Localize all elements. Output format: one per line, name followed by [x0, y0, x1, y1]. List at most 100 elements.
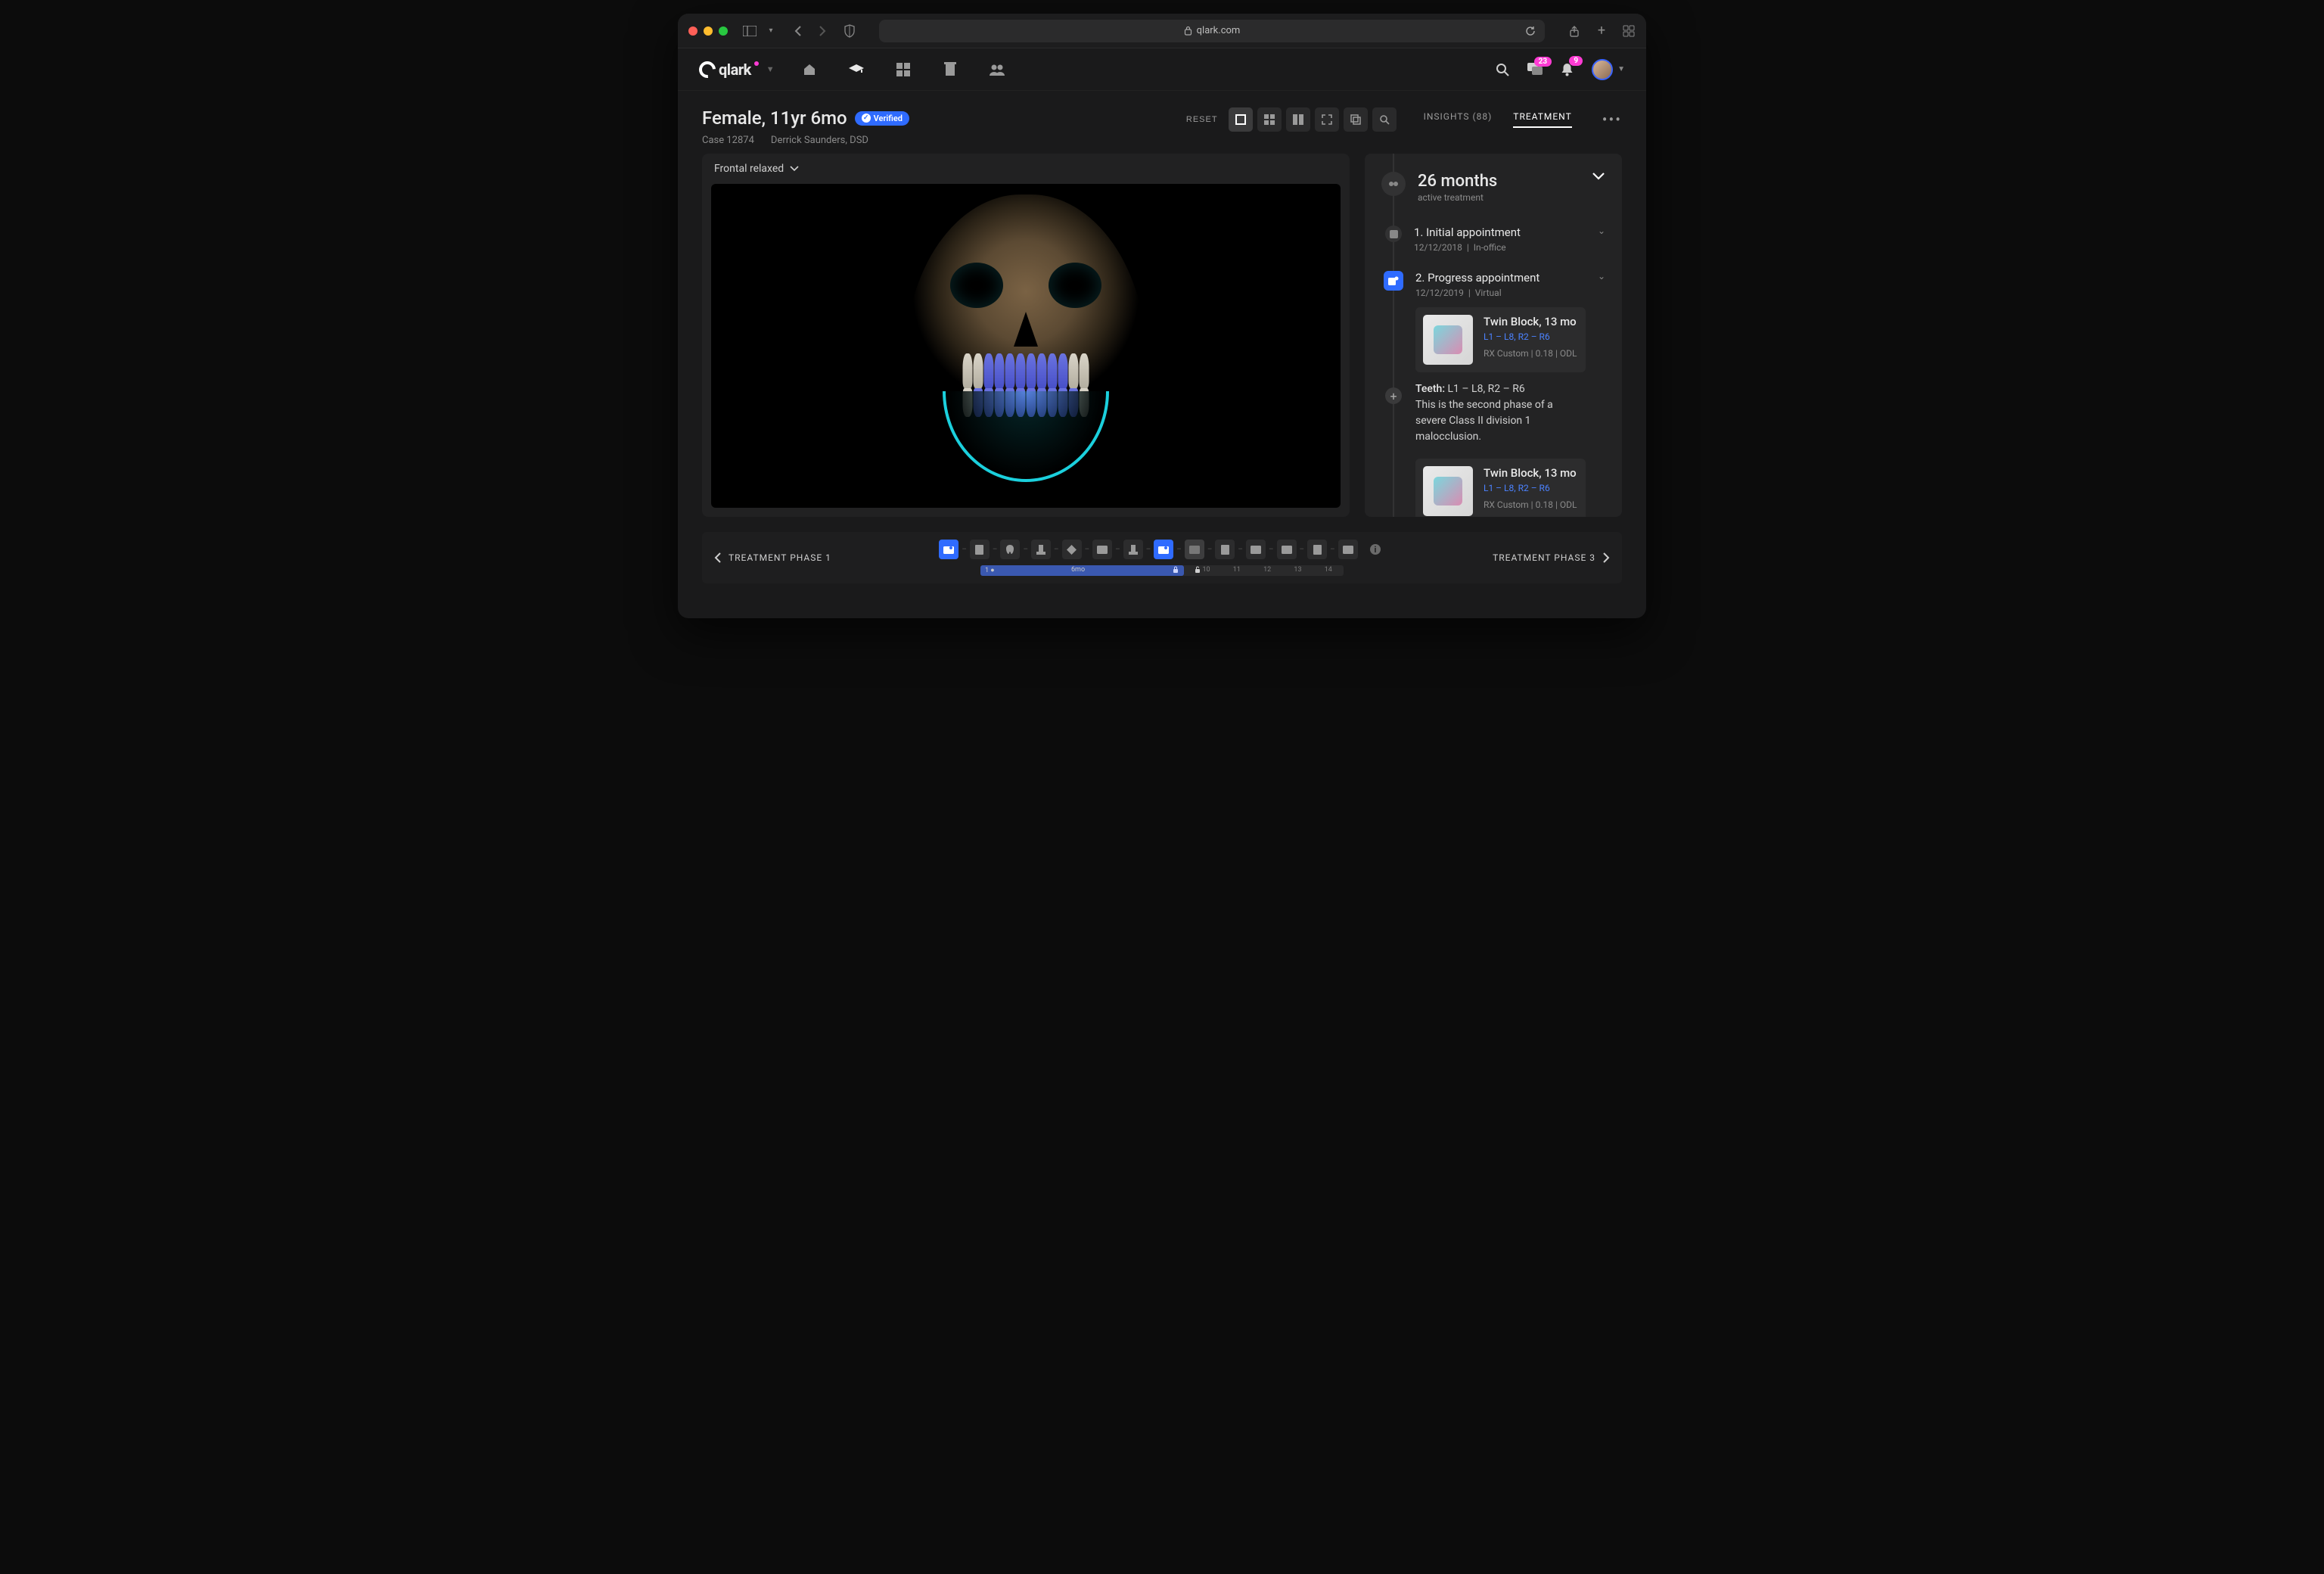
profile-menu[interactable]: ▼ [1592, 59, 1625, 80]
record-6-image-icon[interactable] [1092, 540, 1112, 559]
share-icon[interactable] [1567, 24, 1581, 38]
viewer-mode-dropdown[interactable]: Frontal relaxed [702, 154, 1350, 184]
reload-icon[interactable] [1524, 24, 1537, 38]
library-nav-icon[interactable] [942, 61, 958, 78]
maximize-window-button[interactable] [719, 26, 728, 36]
appliance-1-teeth-link[interactable]: L1 – L8, R2 – R6 [1484, 331, 1577, 342]
scan-canvas[interactable] [711, 184, 1341, 508]
timeline-scale[interactable]: 1 ● 6mo 1011121314 [980, 565, 1344, 576]
view-overlay-button[interactable] [1344, 107, 1368, 132]
primary-nav [801, 61, 1005, 78]
tabs-overview-icon[interactable] [1622, 24, 1636, 38]
treatment-duration-sub: active treatment [1418, 192, 1497, 203]
reset-button[interactable]: RESET [1186, 115, 1218, 124]
appointment-2-dot-icon [1384, 271, 1403, 291]
insights-tab[interactable]: INSIGHTS (88) [1424, 111, 1493, 128]
brand-dropdown-caret[interactable]: ▼ [766, 64, 774, 74]
view-single-button[interactable] [1229, 107, 1253, 132]
close-window-button[interactable] [688, 26, 698, 36]
appliance-2-title: Twin Block, 13 mo [1484, 466, 1577, 480]
appliance-2-teeth-link[interactable]: L1 – L8, R2 – R6 [1484, 483, 1577, 493]
appliance-1-title: Twin Block, 13 mo [1484, 315, 1577, 328]
treatment-timeline[interactable]: 26 months active treatment 1. Initial ap… [1365, 154, 1622, 517]
appliance-card-2[interactable]: Twin Block, 13 mo L1 – L8, R2 – R6 RX Cu… [1415, 459, 1586, 517]
detail-tabs: INSIGHTS (88) TREATMENT [1424, 111, 1572, 128]
doctor-name: Derrick Saunders, DSD [771, 135, 868, 146]
record-7-model-icon[interactable] [1123, 540, 1143, 559]
users-nav-icon[interactable] [989, 61, 1005, 78]
new-tab-icon[interactable]: + [1595, 24, 1608, 38]
view-zoom-button[interactable] [1372, 107, 1397, 132]
chevron-down-icon[interactable]: ▾ [764, 24, 778, 38]
appliance-thumb-icon [1423, 315, 1473, 365]
app-window: ▾ qlark.com + qlark ▼ [678, 14, 1646, 618]
home-nav-icon[interactable] [801, 61, 818, 78]
appliance-thumb-icon [1423, 466, 1473, 516]
appointment-1-title[interactable]: 1. Initial appointment [1414, 226, 1586, 239]
record-9-image-icon[interactable] [1185, 540, 1204, 559]
more-menu-icon[interactable]: ••• [1602, 110, 1622, 129]
view-split-button[interactable] [1286, 107, 1310, 132]
record-11-image-icon[interactable] [1246, 540, 1266, 559]
record-5-diamond-icon[interactable] [1062, 540, 1082, 559]
chevron-down-icon: ▼ [1617, 65, 1625, 73]
app-header: qlark ▼ 23 9 ▼ [678, 48, 1646, 91]
appointment-1-meta: 12/12/2018 | In-office [1414, 242, 1586, 253]
record-2-note-icon[interactable] [970, 540, 990, 559]
verified-badge: ✓ Verified [855, 111, 909, 126]
logo-mark-icon [696, 58, 719, 81]
record-4-model-icon[interactable] [1031, 540, 1051, 559]
lock-icon [1184, 26, 1192, 36]
scale-ticks: 1011121314 [1191, 566, 1344, 574]
timeline-strip: TREATMENT PHASE 1 – – – – – – – – – – – … [678, 523, 1646, 597]
header-actions: 23 9 ▼ [1496, 59, 1625, 80]
address-bar[interactable]: qlark.com [879, 20, 1545, 42]
chevron-down-icon [790, 166, 799, 172]
appointment-2-title[interactable]: 2. Progress appointment [1415, 271, 1586, 285]
chat-button[interactable]: 23 [1527, 63, 1543, 76]
appliance-1-description: Teeth: L1 – L8, R2 – R6 This is the seco… [1415, 381, 1586, 445]
record-10-note-icon[interactable] [1215, 540, 1235, 559]
appliance-1-meta: RX Custom | 0.18 | ODL [1484, 348, 1577, 359]
notifications-badge: 9 [1569, 56, 1583, 66]
traffic-lights [688, 26, 728, 36]
sidebar-toggle-icon[interactable] [743, 24, 757, 38]
page-header: Female, 11yr 6mo ✓ Verified Case 12874 D… [678, 91, 1646, 154]
patient-title: Female, 11yr 6mo [702, 107, 847, 129]
appliance-card-1[interactable]: Twin Block, 13 mo L1 – L8, R2 – R6 RX Cu… [1415, 307, 1586, 372]
record-1-photo-icon[interactable] [939, 540, 958, 559]
appointment-2-meta: 12/12/2019 | Virtual [1415, 288, 1586, 298]
treatment-tab[interactable]: TREATMENT [1513, 111, 1571, 128]
view-grid-button[interactable] [1257, 107, 1282, 132]
appointment-1-expand-button[interactable]: ⌄ [1598, 226, 1605, 253]
record-8-photo-icon[interactable] [1154, 540, 1173, 559]
record-13-note-icon[interactable] [1307, 540, 1327, 559]
prev-phase-button[interactable]: TREATMENT PHASE 1 [714, 552, 831, 563]
education-nav-icon[interactable] [848, 61, 865, 78]
shield-icon[interactable] [843, 24, 856, 38]
next-phase-button[interactable]: TREATMENT PHASE 3 [1493, 552, 1610, 563]
add-appliance-button[interactable]: + [1385, 387, 1402, 404]
info-icon[interactable]: i [1366, 540, 1385, 559]
dashboard-nav-icon[interactable] [895, 61, 912, 78]
collapse-summary-button[interactable] [1592, 172, 1605, 203]
view-expand-button[interactable] [1315, 107, 1339, 132]
view-toggle-group [1229, 107, 1397, 132]
record-3-tooth-icon[interactable] [1000, 540, 1020, 559]
url-text: qlark.com [1197, 25, 1241, 36]
chat-badge: 23 [1534, 57, 1552, 67]
notifications-button[interactable]: 9 [1561, 62, 1574, 76]
search-icon[interactable] [1496, 63, 1509, 76]
appointment-2-expand-button[interactable]: ⌄ [1598, 271, 1605, 517]
back-button[interactable] [791, 24, 805, 38]
brand-logo[interactable]: qlark ▼ [699, 61, 774, 79]
scan-render [905, 194, 1147, 497]
minimize-window-button[interactable] [704, 26, 713, 36]
record-12-image-icon[interactable] [1277, 540, 1297, 559]
forward-button[interactable] [816, 24, 829, 38]
brand-name: qlark [719, 61, 751, 79]
image-viewer: Frontal relaxed [702, 154, 1350, 517]
record-14-image-icon[interactable] [1338, 540, 1358, 559]
check-icon: ✓ [862, 114, 871, 123]
scale-start: 1 ● [985, 566, 995, 574]
